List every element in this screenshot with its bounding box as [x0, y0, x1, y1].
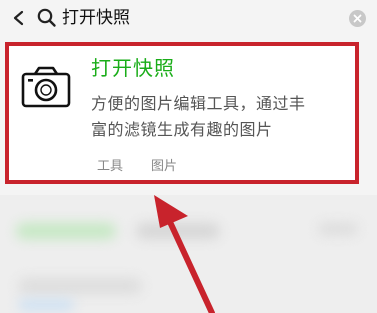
result-description-line-1: 方便的图片编辑工具，通过丰: [91, 94, 306, 113]
blurred-content: [318, 223, 358, 235]
clear-button[interactable]: [349, 10, 366, 27]
blurred-content: [16, 223, 116, 239]
result-title[interactable]: 打开快照: [91, 54, 175, 82]
search-result-card[interactable]: 打开快照 方便的图片编辑工具，通过丰 富的滤镜生成有趣的图片 工具 图片: [5, 42, 359, 184]
blurred-content: [18, 300, 74, 310]
result-description-line-2: 富的滤镜生成有趣的图片: [91, 120, 273, 139]
blurred-content: [18, 278, 142, 294]
chevron-left-icon: [13, 10, 24, 26]
search-icon: [36, 7, 58, 29]
blurred-content: [136, 223, 220, 239]
tag-images: 图片: [151, 159, 178, 174]
tag-tools: 工具: [97, 159, 124, 174]
camera-icon: [20, 65, 72, 109]
close-circle-icon: [353, 14, 362, 23]
search-input[interactable]: 打开快照: [62, 5, 130, 31]
back-button[interactable]: [6, 4, 32, 32]
blurred-results-area: [0, 195, 377, 313]
search-bar: 打开快照: [0, 0, 377, 36]
